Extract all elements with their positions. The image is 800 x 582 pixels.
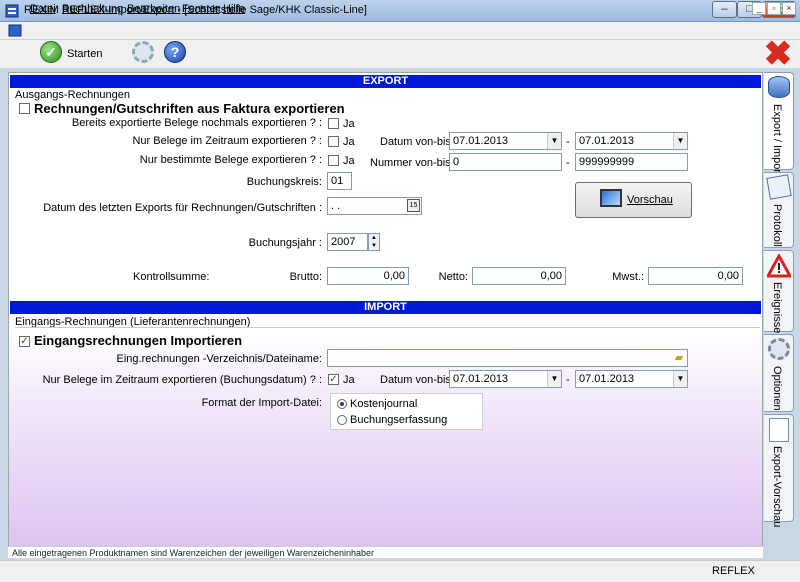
buchungsjahr-spinner[interactable]: ▲ ▼ [368, 233, 380, 251]
number-dash: - [566, 157, 570, 169]
date-to-value: 07.01.2013 [579, 135, 635, 147]
period-checkbox[interactable] [328, 136, 339, 147]
gear-icon [768, 338, 790, 360]
import-header: IMPORT [10, 301, 761, 314]
number-range-label: Nummer von-bis: [370, 157, 454, 169]
netto-label: Netto: [438, 271, 468, 283]
tab-export-vorschau-label: Export-Vorschau [771, 446, 783, 528]
mdi-close-button[interactable]: × [782, 2, 796, 15]
chevron-down-icon[interactable]: ▼ [673, 133, 687, 149]
date-from-value: 07.01.2013 [453, 135, 509, 147]
minimize-button[interactable]: – [712, 1, 737, 18]
import-date-from-combo[interactable]: 07.01.2013 ▼ [449, 370, 562, 388]
gear-icon[interactable] [132, 41, 154, 63]
app-icon [5, 4, 19, 18]
export-main-check-label: Rechnungen/Gutschriften aus Faktura expo… [34, 101, 345, 116]
calendar-icon[interactable]: 15 [407, 199, 420, 212]
buchungskreis-label: Buchungskreis: [246, 176, 322, 188]
export-main-checkbox[interactable] [19, 103, 30, 114]
mwst-label: Mwst.: [612, 271, 644, 283]
tab-optionen-label: Optionen [771, 366, 783, 411]
menu-hilfe[interactable]: Hilfe [223, 3, 245, 15]
last-export-label: Datum des letzten Exports für Rechnungen… [43, 202, 322, 214]
import-main-checkbox[interactable]: ✓ [19, 336, 30, 347]
mwst-field[interactable]: 0,00 [648, 267, 743, 285]
brutto-field[interactable]: 0,00 [327, 267, 409, 285]
monitor-icon [600, 189, 622, 207]
number-to-field[interactable]: 999999999 [575, 153, 688, 171]
preview-button-label[interactable]: Vorschau [627, 194, 673, 206]
netto-field[interactable]: 0,00 [472, 267, 566, 285]
import-date-from-value: 07.01.2013 [453, 373, 509, 385]
last-export-value: . . [331, 200, 341, 212]
export-header: EXPORT [10, 75, 761, 88]
chevron-down-icon[interactable]: ▼ [547, 133, 561, 149]
period-label: Nur Belege im Zeitraum exportieren ? : [132, 135, 322, 147]
status-bar [0, 560, 800, 582]
last-export-date-field[interactable]: . . 15 [327, 197, 422, 215]
database-arrow-icon [768, 76, 790, 98]
already-exported-ja: Ja [343, 118, 355, 130]
footer-note: Alle eingetragenen Produktnamen sind War… [8, 546, 763, 558]
tab-ereignisse-label: Ereignisse [771, 282, 783, 334]
document-icon [769, 418, 789, 442]
menu-buchhaltung[interactable]: Buchhaltung [62, 3, 123, 15]
radio-kostenjournal[interactable] [337, 399, 347, 409]
kontrollsumme-label: Kontrollsumme: [133, 271, 210, 283]
menu-datei[interactable]: Datei [30, 3, 56, 15]
import-date-dash: - [566, 374, 570, 386]
specific-ja: Ja [343, 155, 355, 167]
date-range-label: Datum von-bis: [380, 136, 454, 148]
date-from-combo[interactable]: 07.01.2013 ▼ [449, 132, 562, 150]
radio-kostenjournal-label: Kostenjournal [350, 398, 418, 410]
menu-bearbeiten[interactable]: Bearbeiten [127, 3, 180, 15]
chevron-down-icon[interactable]: ▼ [547, 371, 561, 387]
menu-bar [0, 22, 800, 40]
import-date-to-value: 07.01.2013 [579, 373, 635, 385]
import-dir-field[interactable]: ▰ [327, 349, 688, 367]
buchungsjahr-label: Buchungsjahr : [248, 237, 322, 249]
date-to-combo[interactable]: 07.01.2013 ▼ [575, 132, 688, 150]
tab-export-import-label: Export / Import [771, 104, 783, 177]
toolbar [0, 40, 800, 68]
help-icon[interactable]: ? [164, 41, 186, 63]
folder-icon[interactable]: ▰ [672, 351, 686, 365]
import-period-label: Nur Belege im Zeitraum exportieren (Buch… [42, 374, 322, 386]
radio-buchungserfassung-label: Buchungserfassung [350, 414, 448, 426]
import-dir-label: Eing.rechnungen -Verzeichnis/Dateiname: [116, 353, 322, 365]
menu-fenster[interactable]: Fenster [182, 3, 219, 15]
import-period-checkbox[interactable]: ✓ [328, 374, 339, 385]
specific-label: Nur bestimmte Belege exportieren ? : [139, 154, 322, 166]
start-button[interactable]: Starten [67, 48, 102, 60]
divider [15, 327, 760, 328]
export-group-label: Ausgangs-Rechnungen [15, 89, 130, 101]
checkmark-icon[interactable]: ✓ [40, 41, 62, 63]
date-dash: - [566, 136, 570, 148]
mdi-minimize-button[interactable]: _ [752, 2, 766, 15]
tab-protokoll-label: Protokoll [771, 204, 783, 247]
radio-buchungserfassung[interactable] [337, 415, 347, 425]
close-icon[interactable]: ✖ [763, 37, 793, 71]
already-exported-checkbox[interactable] [328, 118, 339, 129]
import-main-check-label: Eingangsrechnungen Importieren [34, 333, 243, 348]
warning-triangle-icon [765, 252, 793, 278]
chevron-down-icon[interactable]: ▼ [673, 371, 687, 387]
buchungskreis-field[interactable]: 01 [327, 172, 352, 190]
number-from-field[interactable]: 0 [449, 153, 562, 171]
import-period-ja: Ja [343, 374, 355, 386]
specific-checkbox[interactable] [328, 155, 339, 166]
format-label: Format der Import-Datei: [201, 397, 322, 409]
import-date-to-combo[interactable]: 07.01.2013 ▼ [575, 370, 688, 388]
mdi-doc-icon[interactable] [8, 24, 22, 37]
brutto-label: Brutto: [289, 271, 322, 283]
notebook-icon [766, 174, 792, 200]
import-date-range-label: Datum von-bis: [380, 374, 454, 386]
mdi-restore-button[interactable]: ▫ [767, 2, 781, 15]
status-text: REFLEX [712, 565, 755, 577]
already-exported-label: Bereits exportierte Belege nochmals expo… [71, 117, 322, 129]
period-ja: Ja [343, 136, 355, 148]
buchungsjahr-field[interactable]: 2007 [327, 233, 368, 251]
